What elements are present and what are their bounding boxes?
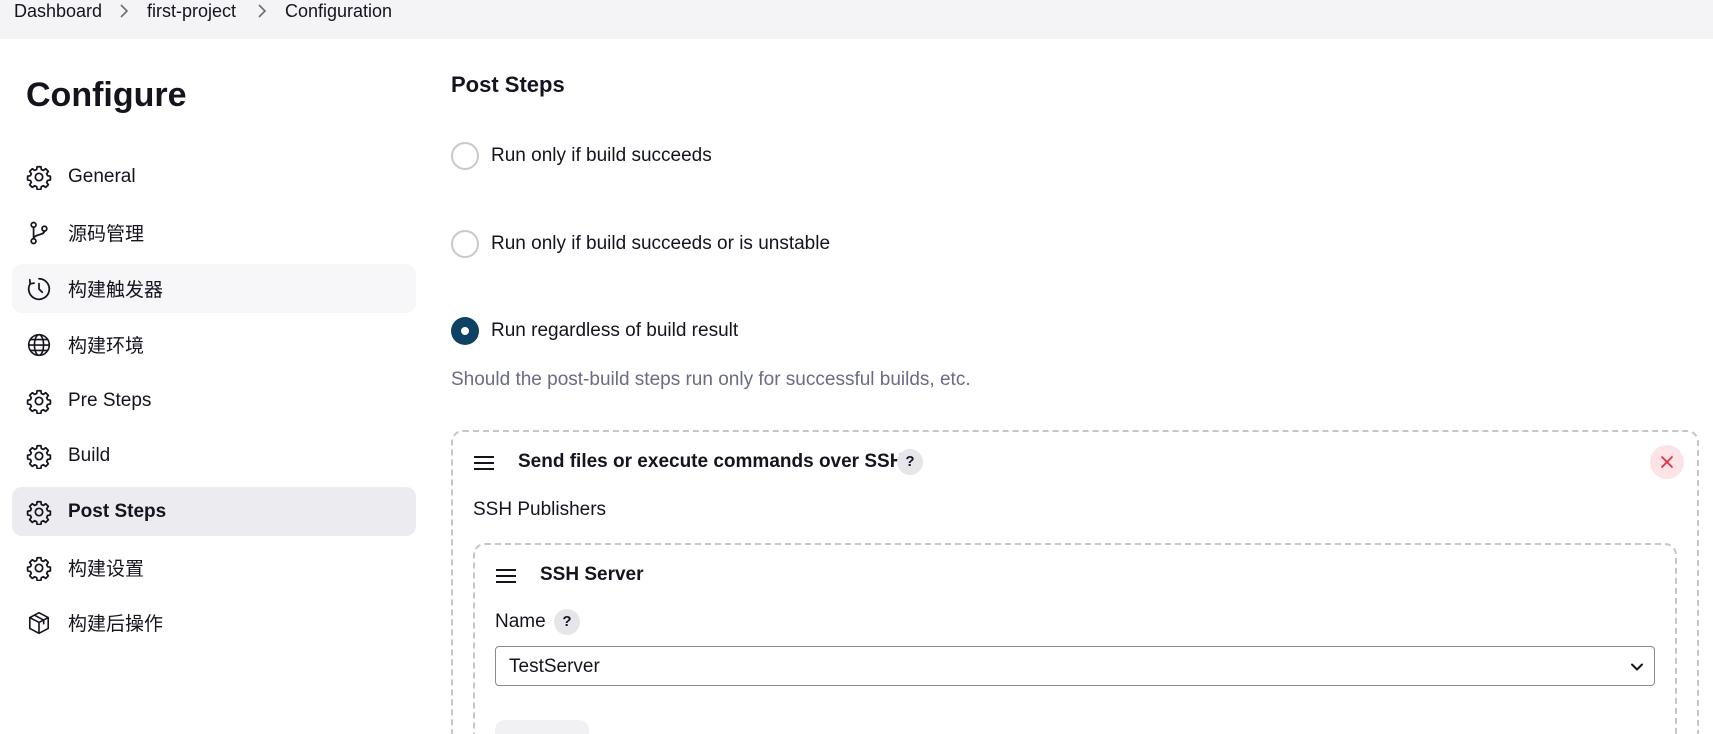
publisher-title: Send files or execute commands over SSH [518, 451, 904, 472]
sidebar-item-post-build-actions[interactable]: 构建后操作 [12, 598, 416, 647]
breadcrumb-configuration: Configuration [285, 1, 393, 21]
radio-run-regardless[interactable]: Run regardless of build result [451, 317, 738, 345]
select-value: TestServer [509, 656, 600, 677]
breadcrumb-bar: Dashboard first-project Configuration [0, 0, 1713, 39]
radio-run-if-succeeds-or-unstable[interactable]: Run only if build succeeds or is unstabl… [451, 230, 830, 258]
globe-icon [26, 332, 52, 358]
breadcrumb-dashboard-link[interactable]: Dashboard [14, 0, 102, 22]
sidebar-item-post-steps[interactable]: Post Steps [12, 487, 416, 536]
sidebar-item-label: Pre Steps [68, 389, 152, 411]
help-button[interactable]: ? [897, 449, 923, 475]
sidebar-item-label: 构建环境 [68, 336, 145, 357]
sidebar-item-label: 构建设置 [68, 559, 145, 580]
sidebar-item-label: 构建触发器 [68, 280, 164, 301]
advanced-button[interactable] [495, 720, 589, 734]
chevron-down-icon [1630, 660, 1644, 679]
source-control-icon [26, 220, 52, 246]
clock-icon [26, 276, 52, 302]
ssh-server-name-select[interactable]: TestServer [495, 646, 1655, 686]
sidebar-item-build-settings[interactable]: 构建设置 [12, 543, 416, 592]
sidebar-item-general[interactable]: General [12, 152, 416, 201]
sidebar-item-pre-steps[interactable]: Pre Steps [12, 376, 416, 425]
chevron-right-icon [116, 3, 132, 19]
sidebar-item-build-triggers[interactable]: 构建触发器 [12, 264, 416, 313]
ssh-server-title: SSH Server [540, 564, 644, 585]
sidebar-item-label: Post Steps [68, 500, 167, 522]
delete-button[interactable] [1650, 445, 1684, 479]
breadcrumb-project-link[interactable]: first-project [147, 0, 236, 22]
radio-label: Run only if build succeeds [491, 145, 712, 166]
help-text: Should the post-build steps run only for… [451, 369, 971, 390]
radio-button[interactable] [451, 230, 479, 258]
radio-label: Run regardless of build result [491, 320, 739, 341]
gear-icon [26, 388, 52, 414]
sidebar-item-label: General [68, 165, 136, 187]
sidebar-item-label: Build [68, 444, 111, 466]
page-title: Configure [26, 76, 187, 114]
sidebar-item-label: 源码管理 [68, 224, 145, 245]
sidebar-item-build-environment[interactable]: 构建环境 [12, 320, 416, 369]
gear-icon [26, 164, 52, 190]
radio-run-if-succeeds[interactable]: Run only if build succeeds [451, 142, 712, 170]
name-label: Name [495, 611, 546, 632]
chevron-right-icon [254, 3, 270, 19]
drag-handle-icon[interactable] [496, 569, 516, 583]
gear-icon [26, 499, 52, 525]
section-title: Post Steps [451, 72, 565, 97]
radio-label: Run only if build succeeds or is unstabl… [491, 233, 831, 254]
radio-button-checked[interactable] [451, 317, 479, 345]
radio-button[interactable] [451, 142, 479, 170]
gear-icon [26, 443, 52, 469]
help-button[interactable]: ? [554, 609, 580, 635]
ssh-server-block [473, 543, 1677, 734]
sidebar-item-source-control[interactable]: 源码管理 [12, 208, 416, 257]
drag-handle-icon[interactable] [474, 456, 494, 470]
sidebar-item-label: 构建后操作 [68, 614, 164, 635]
package-icon [26, 610, 52, 636]
sidebar-item-build[interactable]: Build [12, 431, 416, 480]
gear-icon [26, 555, 52, 581]
close-icon [1661, 456, 1673, 468]
publisher-subtitle: SSH Publishers [473, 499, 607, 520]
